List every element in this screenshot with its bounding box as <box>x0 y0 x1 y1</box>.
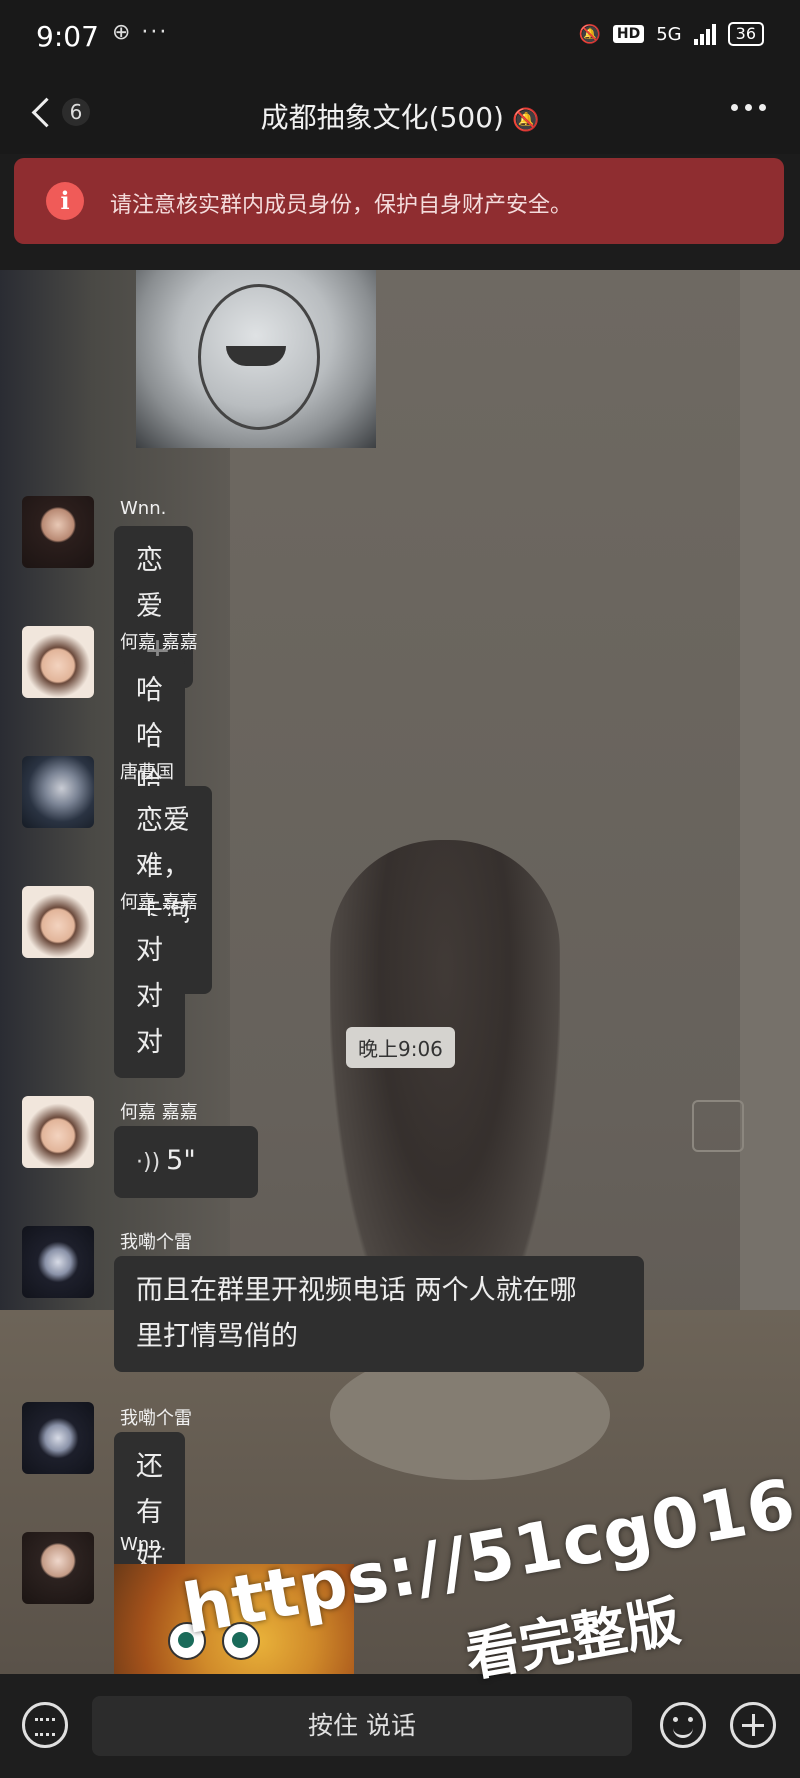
timestamp-divider: 晚上9:06 <box>346 1027 455 1068</box>
sticker-eye <box>168 1622 206 1660</box>
message-bubble[interactable]: 而且在群里开视频电话 两个人就在哪 里打情骂俏的 <box>114 1256 644 1372</box>
mute-notification-icon: 🔕 <box>578 23 601 45</box>
chat-title: 成都抽象文化(500) <box>260 101 504 134</box>
status-bar: 9:07 ⊕ ··· 🔕 HD 5G 36 <box>0 0 800 76</box>
sender-name: Wnn. <box>120 1534 167 1555</box>
avatar[interactable] <box>22 1096 94 1168</box>
hd-badge: HD <box>612 25 645 43</box>
avatar[interactable] <box>22 1402 94 1474</box>
emoji-icon[interactable] <box>660 1702 706 1748</box>
chat-title-container: 成都抽象文化(500) 🔕 <box>0 96 800 136</box>
battery-icon: 36 <box>727 22 764 46</box>
avatar[interactable] <box>22 1226 94 1298</box>
sender-name: 我嘞个雷 <box>120 1232 192 1253</box>
input-bar: 按住 说话 <box>0 1674 800 1778</box>
sender-name: 何嘉 嘉嘉 <box>120 632 198 653</box>
sticker-image[interactable] <box>114 1564 354 1674</box>
voice-icon: ·)) <box>136 1150 161 1175</box>
avatar[interactable] <box>22 886 94 958</box>
more-dots-icon[interactable] <box>731 104 766 111</box>
sender-name: 何嘉 嘉嘉 <box>120 892 198 913</box>
warning-icon: i <box>46 182 84 220</box>
mute-bell-icon: 🔕 <box>511 108 540 133</box>
message-text: 恋爱 <box>136 545 163 622</box>
sender-name: 唐曹国 <box>120 762 174 783</box>
message-text-line: 而且在群里开视频电话 两个人就在哪 <box>136 1275 577 1306</box>
chat-header: 6 成都抽象文化(500) 🔕 <box>0 76 800 154</box>
avatar[interactable] <box>22 496 94 568</box>
avatar[interactable] <box>22 756 94 828</box>
signal-icon <box>693 23 716 45</box>
network-type: 5G <box>656 23 682 45</box>
security-notice-text: 请注意核实群内成员身份，保护自身财产安全。 <box>110 193 573 218</box>
sender-name: 何嘉 嘉嘉 <box>120 1102 198 1123</box>
sticker-eye <box>222 1622 260 1660</box>
sender-name: 我嘞个雷 <box>120 1408 192 1429</box>
avatar[interactable] <box>22 1532 94 1604</box>
background-outlet <box>692 1100 744 1152</box>
sender-name: Wnn. <box>120 498 167 519</box>
keyboard-icon[interactable] <box>22 1702 68 1748</box>
sticker-image[interactable] <box>136 270 376 448</box>
voice-message-bubble[interactable]: ·)) 5" <box>114 1126 258 1198</box>
avatar[interactable] <box>22 626 94 698</box>
voice-duration: 5" <box>166 1145 196 1176</box>
status-notification-icons: ⊕ ··· <box>112 20 169 45</box>
plus-icon[interactable] <box>730 1702 776 1748</box>
status-time: 9:07 <box>36 20 99 53</box>
hold-to-talk-button[interactable]: 按住 说话 <box>92 1696 632 1756</box>
status-right-group: 🔕 HD 5G 36 <box>578 22 764 46</box>
message-text-line: 里打情骂俏的 <box>136 1321 298 1352</box>
message-bubble[interactable]: 对对对 <box>114 916 185 1078</box>
chat-message-list[interactable]: Wnn. 恋爱＋ 何嘉 嘉嘉 哈哈哈哈笑死我了 唐曹国 恋爱难，卡泡弹 何嘉 嘉… <box>0 270 800 1674</box>
security-notice-banner[interactable]: i 请注意核实群内成员身份，保护自身财产安全。 <box>14 158 784 244</box>
message-text: 对对对 <box>136 935 163 1058</box>
